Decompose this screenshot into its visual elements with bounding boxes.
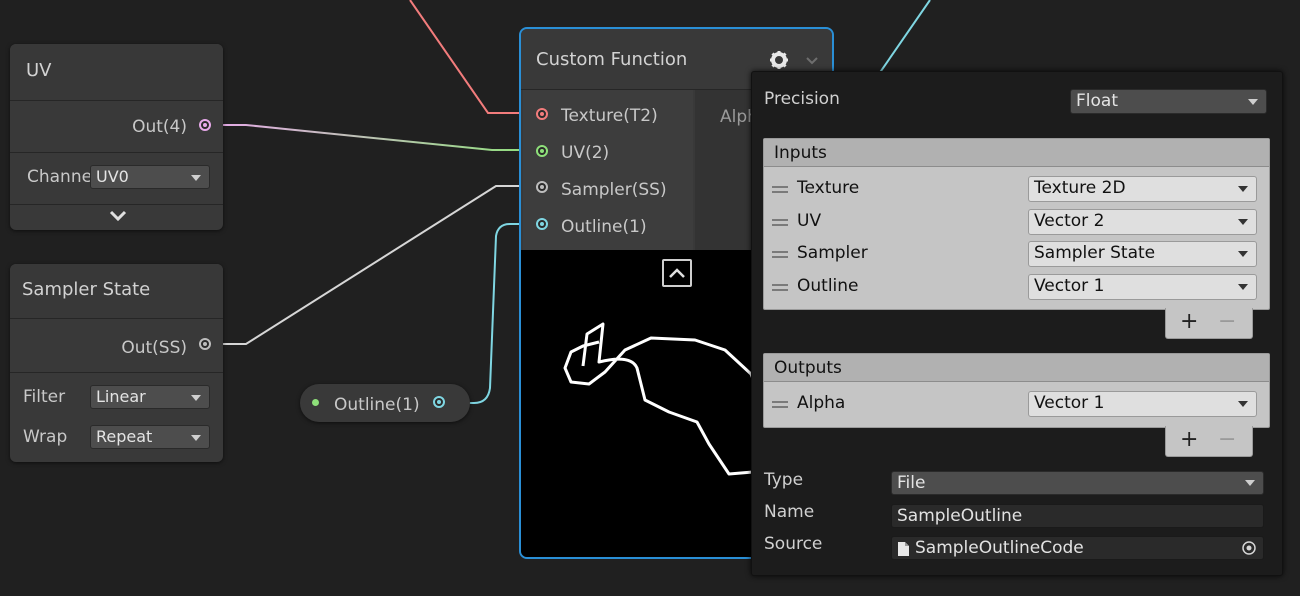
sampler-state-node[interactable]: Sampler State Out(SS) Filter Linear Wrap… (10, 264, 223, 462)
name-label: Name (764, 502, 815, 522)
output-name-alpha: Alpha (797, 393, 846, 413)
wire-texture (409, 0, 536, 114)
outputs-add-remove-bar: + − (1165, 426, 1253, 457)
input-name-outline: Outline (797, 276, 859, 296)
uv-out-label: Out(4) (132, 117, 187, 137)
input-label-texture: Texture(T2) (561, 106, 658, 126)
outline-property-node[interactable]: Outline(1) (300, 384, 470, 422)
input-port-outline[interactable] (536, 218, 548, 230)
type-label: Type (764, 470, 804, 490)
sampler-wrap-label: Wrap (23, 427, 68, 447)
chevron-down-icon[interactable] (109, 210, 127, 222)
remove-output-button[interactable]: − (1218, 426, 1236, 454)
input-label-sampler: Sampler(SS) (561, 180, 667, 200)
input-name-uv: UV (797, 211, 822, 231)
source-object-field[interactable]: SampleOutlineCode (891, 536, 1264, 560)
remove-input-button[interactable]: − (1218, 308, 1236, 336)
gear-icon[interactable] (769, 50, 789, 70)
sampler-node-title: Sampler State (10, 264, 223, 318)
input-type-texture: Texture 2D (1034, 178, 1126, 198)
uv-node[interactable]: UV Out(4) Channe UV0 (10, 44, 223, 230)
drag-handle-icon[interactable] (772, 186, 788, 193)
sampler-filter-dropdown[interactable]: Linear (90, 385, 210, 409)
input-name-texture: Texture (797, 178, 860, 198)
custom-function-title: Custom Function (536, 49, 688, 70)
uv-channel-dropdown[interactable]: UV0 (90, 165, 210, 189)
input-name-sampler: Sampler (797, 243, 868, 263)
input-label-uv: UV(2) (561, 143, 610, 163)
input-port-uv[interactable] (536, 145, 548, 157)
sampler-wrap-value: Repeat (96, 427, 153, 446)
source-value: SampleOutlineCode (915, 538, 1084, 558)
drag-handle-icon[interactable] (772, 251, 788, 258)
add-output-button[interactable]: + (1180, 426, 1198, 454)
outline-property-port[interactable] (433, 396, 445, 408)
inputs-list: Inputs Texture Texture 2D UV Vector 2 Sa… (763, 138, 1270, 310)
uv-channel-label: Channe (27, 167, 93, 187)
input-type-texture-dropdown[interactable]: Texture 2D (1028, 176, 1257, 202)
input-type-outline: Vector 1 (1034, 276, 1105, 296)
inputs-add-remove-bar: + − (1165, 308, 1253, 339)
uv-node-title: UV (10, 44, 223, 100)
outline-property-label: Outline(1) (334, 395, 420, 415)
sampler-wrap-dropdown[interactable]: Repeat (90, 425, 210, 449)
output-type-alpha-dropdown[interactable]: Vector 1 (1028, 391, 1257, 417)
precision-value: Float (1076, 91, 1118, 111)
input-type-outline-dropdown[interactable]: Vector 1 (1028, 274, 1257, 300)
source-label: Source (764, 534, 823, 554)
add-input-button[interactable]: + (1180, 308, 1198, 336)
uv-channel-value: UV0 (96, 167, 129, 186)
precision-label: Precision (764, 89, 840, 109)
node-settings-panel[interactable]: Precision Float Inputs Texture Texture 2… (751, 71, 1283, 576)
wire-uv (210, 124, 536, 151)
precision-dropdown[interactable]: Float (1070, 89, 1267, 114)
input-type-sampler-dropdown[interactable]: Sampler State (1028, 241, 1257, 267)
input-type-uv-dropdown[interactable]: Vector 2 (1028, 209, 1257, 235)
sampler-filter-value: Linear (96, 387, 146, 406)
type-dropdown[interactable]: File (891, 471, 1264, 495)
input-label-outline: Outline(1) (561, 217, 647, 237)
type-value: File (897, 473, 926, 493)
input-type-sampler: Sampler State (1034, 243, 1156, 263)
drag-handle-icon[interactable] (772, 401, 788, 408)
input-port-sampler[interactable] (536, 181, 548, 193)
outputs-list: Outputs Alpha Vector 1 (763, 353, 1270, 428)
sampler-filter-label: Filter (23, 387, 66, 407)
drag-handle-icon[interactable] (772, 219, 788, 226)
drag-handle-icon[interactable] (772, 284, 788, 291)
output-type-alpha: Vector 1 (1034, 393, 1105, 413)
collapse-chevron-icon[interactable] (805, 56, 819, 66)
sampler-out-port[interactable] (199, 338, 211, 350)
file-icon (898, 542, 909, 556)
input-type-uv: Vector 2 (1034, 211, 1105, 231)
object-picker-icon[interactable] (1241, 540, 1257, 556)
input-port-texture[interactable] (536, 108, 548, 120)
wire-sampler (210, 185, 536, 345)
exposed-indicator-icon (312, 399, 319, 406)
uv-out-port[interactable] (199, 119, 211, 131)
function-name-input[interactable]: SampleOutline (891, 504, 1264, 528)
outputs-header: Outputs (764, 354, 1269, 382)
inputs-header: Inputs (764, 139, 1269, 167)
sampler-out-label: Out(SS) (121, 338, 187, 358)
